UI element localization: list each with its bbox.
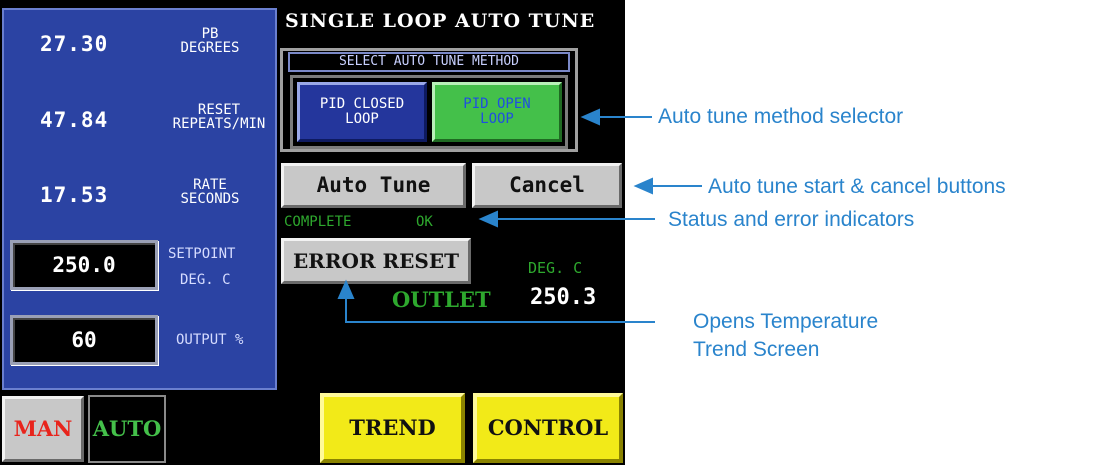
trend-pointer — [345, 295, 655, 323]
start-cancel-arrowhead — [633, 177, 653, 195]
annotation-lines — [337, 108, 702, 323]
annotation-status: Status and error indicators — [668, 208, 915, 231]
status-arrowhead — [478, 210, 498, 228]
method-selector-arrowhead — [580, 108, 600, 126]
trend-arrowhead — [337, 279, 355, 299]
annotation-start-cancel: Auto tune start & cancel buttons — [708, 175, 1006, 198]
annotation-method-selector: Auto tune method selector — [658, 105, 904, 128]
annotation-trend: Opens Temperature Trend Screen — [693, 310, 879, 361]
